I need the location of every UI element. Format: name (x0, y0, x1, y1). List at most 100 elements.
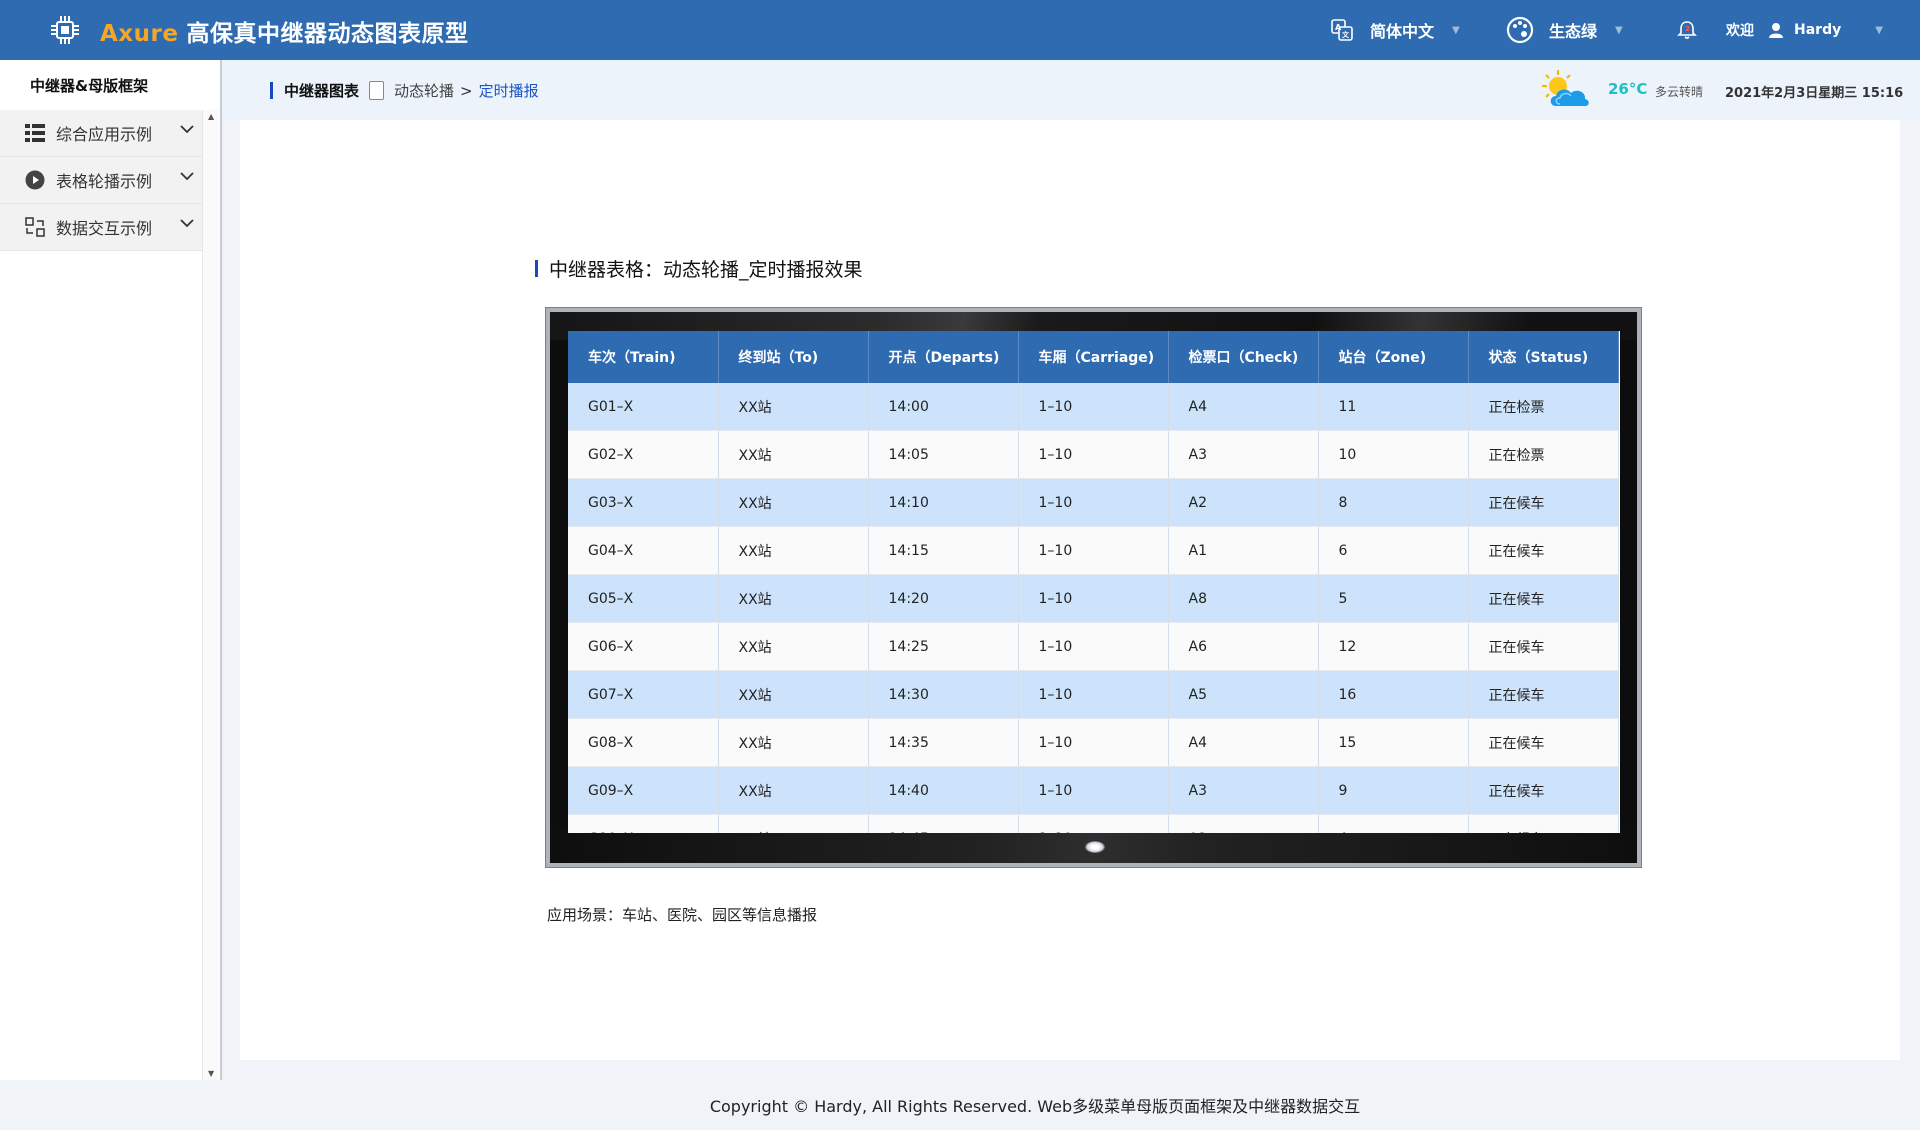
cell-departs: 14:10 (868, 478, 1019, 527)
user-menu[interactable]: 欢迎 Hardy ▼ (1726, 0, 1883, 60)
sidebar-item-label: 表格轮播示例 (56, 172, 153, 191)
app-title: Axure 高保真中继器动态图表原型 (100, 14, 468, 48)
cell-carriage: 1–10 (1018, 526, 1169, 575)
cell-train: G01–X (568, 383, 719, 431)
cell-zone: 5 (1318, 574, 1469, 623)
cell-check: A4 (1168, 718, 1319, 767)
svg-text:A: A (1335, 23, 1342, 32)
scroll-down-icon[interactable]: ▼ (208, 1069, 214, 1078)
section-title: 中继器表格：动态轮播_定时播报效果 (535, 255, 863, 282)
cell-status: 正在候车 (1468, 574, 1619, 623)
cell-train: G02–X (568, 430, 719, 479)
cell-to: XX站 (718, 574, 869, 623)
cell-status: 正在候车 (1468, 622, 1619, 671)
sidebar: 中继器&母版框架 综合应用示例 表格轮播示例 数据交互示例 ▲ ▼ (0, 60, 222, 1080)
user-icon (1768, 22, 1784, 38)
breadcrumb-marker (270, 82, 273, 99)
column-header-zone: 站台（Zone) (1318, 331, 1469, 383)
cell-carriage: 1–10 (1018, 670, 1169, 719)
cell-status: 正在检票 (1468, 430, 1619, 479)
column-header-check: 检票口（Check) (1168, 331, 1319, 383)
table-row: G08–X XX站 14:35 1–10 A4 15 正在候车 (568, 718, 1619, 767)
cell-train: G07–X (568, 670, 719, 719)
cell-carriage: 1–10 (1018, 383, 1169, 431)
sidebar-item-label: 综合应用示例 (56, 125, 153, 144)
cell-check: A4 (1168, 383, 1319, 431)
cell-train: G03–X (568, 478, 719, 527)
sidebar-item-comprehensive[interactable]: 综合应用示例 (0, 110, 202, 157)
breadcrumb-root[interactable]: 中继器图表 (284, 80, 359, 101)
language-selector[interactable]: A文 简体中文 ▼ (1330, 0, 1460, 60)
chevron-down-icon (180, 172, 194, 181)
section-title-marker (535, 260, 538, 277)
tv-power-led-icon (1085, 841, 1105, 853)
breadcrumb-current: 定时播报 (478, 82, 539, 100)
table-row: G10–X XX站 14:45 1–10 A2 4 正在候车 (568, 814, 1619, 833)
cell-zone: 8 (1318, 478, 1469, 527)
column-header-to: 终到站（To) (718, 331, 869, 383)
welcome-label: 欢迎 (1726, 23, 1754, 39)
cell-zone: 4 (1318, 814, 1469, 833)
current-datetime: 2021年2月3日星期三 15:16 (1725, 86, 1904, 101)
theme-label: 生态绿 (1549, 22, 1598, 41)
partly-cloudy-icon (1542, 70, 1589, 106)
cell-train: G04–X (568, 526, 719, 575)
cell-to: XX站 (718, 430, 869, 479)
cell-carriage: 1–10 (1018, 766, 1169, 815)
cell-status: 正在检票 (1468, 383, 1619, 431)
cell-check: A8 (1168, 574, 1319, 623)
table-row: G04–X XX站 14:15 1–10 A1 6 正在候车 (568, 526, 1619, 575)
table-row: G06–X XX站 14:25 1–10 A6 12 正在候车 (568, 622, 1619, 671)
cell-check: A2 (1168, 478, 1319, 527)
cell-zone: 6 (1318, 526, 1469, 575)
cell-status: 正在候车 (1468, 814, 1619, 833)
tv-bezel: 车次（Train) 终到站（To) 开点（Departs) 车厢（Carriag… (550, 312, 1637, 863)
palette-icon (1505, 15, 1535, 45)
cell-carriage: 1–10 (1018, 718, 1169, 767)
cell-departs: 14:45 (868, 814, 1019, 833)
cell-to: XX站 (718, 526, 869, 575)
chevron-down-icon: ▼ (1615, 24, 1623, 36)
cell-status: 正在候车 (1468, 718, 1619, 767)
cell-departs: 14:35 (868, 718, 1019, 767)
cell-departs: 14:05 (868, 430, 1019, 479)
cell-zone: 12 (1318, 622, 1469, 671)
cell-departs: 14:20 (868, 574, 1019, 623)
cell-departs: 14:00 (868, 383, 1019, 431)
sidebar-scrollbar[interactable]: ▲ ▼ (202, 110, 219, 1080)
temperature: 26°C (1608, 80, 1648, 98)
cell-zone: 11 (1318, 383, 1469, 431)
cell-carriage: 1–10 (1018, 574, 1169, 623)
application-scene-text: 应用场景：车站、医院、园区等信息播报 (547, 906, 818, 924)
table-row: G03–X XX站 14:10 1–10 A2 8 正在候车 (568, 478, 1619, 527)
document-icon (369, 81, 385, 100)
cell-to: XX站 (718, 718, 869, 767)
cell-train: G06–X (568, 622, 719, 671)
sidebar-item-data-interaction[interactable]: 数据交互示例 (0, 204, 202, 251)
section-title-text: 中继器表格：动态轮播_定时播报效果 (549, 259, 863, 281)
cell-carriage: 1–10 (1018, 478, 1169, 527)
cell-zone: 10 (1318, 430, 1469, 479)
play-circle-icon (24, 169, 46, 191)
cell-zone: 9 (1318, 766, 1469, 815)
sidebar-item-table-carousel[interactable]: 表格轮播示例 (0, 157, 202, 204)
cell-check: A1 (1168, 526, 1319, 575)
scroll-up-icon[interactable]: ▲ (208, 112, 214, 121)
breadcrumb-level2[interactable]: 动态轮播 (394, 80, 454, 101)
column-header-train: 车次（Train) (568, 331, 719, 383)
chevron-down-icon (180, 125, 194, 134)
notification-button[interactable]: 2 (1676, 0, 1698, 60)
table-row: G07–X XX站 14:30 1–10 A5 16 正在候车 (568, 670, 1619, 719)
notification-count: 2 (1685, 25, 1690, 33)
tv-screen: 车次（Train) 终到站（To) 开点（Departs) 车厢（Carriag… (568, 331, 1620, 833)
theme-selector[interactable]: 生态绿 ▼ (1505, 0, 1623, 60)
cell-departs: 14:25 (868, 622, 1019, 671)
cell-to: XX站 (718, 766, 869, 815)
data-exchange-icon (24, 216, 46, 238)
cell-check: A3 (1168, 766, 1319, 815)
brand-name: Axure (100, 21, 179, 47)
cell-to: XX站 (718, 478, 869, 527)
cell-to: XX站 (718, 814, 869, 833)
table-row: G01–X XX站 14:00 1–10 A4 11 正在检票 (568, 383, 1619, 431)
column-header-status: 状态（Status) (1468, 331, 1619, 383)
